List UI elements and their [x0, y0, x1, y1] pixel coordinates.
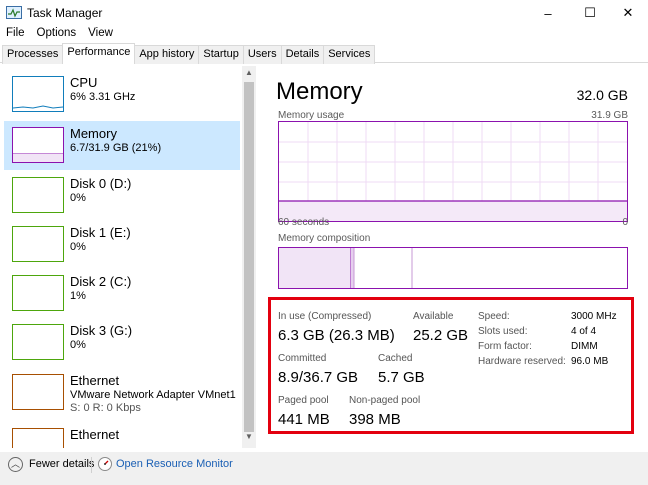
- sidebar-item-disk-0[interactable]: Disk 0 (D:) 0%: [4, 171, 240, 220]
- sidebar-item-label: Disk 1 (E:): [70, 225, 131, 240]
- memory-composition-label: Memory composition: [278, 233, 371, 244]
- sidebar-item-label: Disk 0 (D:): [70, 176, 132, 191]
- non-paged-pool-label: Non-paged pool: [349, 395, 421, 406]
- resource-monitor-icon[interactable]: [98, 457, 112, 471]
- in-use-label: In use (Compressed): [278, 311, 372, 322]
- tab-startup[interactable]: Startup: [198, 45, 244, 64]
- sidebar-item-ethernet-1[interactable]: Ethernet VMware Network Adapter VMnet1 S…: [4, 368, 240, 417]
- page-title: Memory: [276, 78, 363, 105]
- scroll-up-icon[interactable]: ▲: [242, 68, 256, 80]
- slots-used-value: 4 of 4: [571, 326, 597, 337]
- cached-value: 5.7 GB: [378, 369, 425, 386]
- sidebar-item-value: VMware Network Adapter VMnet1: [70, 389, 236, 401]
- title-bar: Task Manager – ☐ ✕: [0, 0, 648, 26]
- menu-file[interactable]: File: [0, 26, 31, 42]
- task-manager-icon: [6, 6, 22, 19]
- close-button[interactable]: ✕: [608, 0, 648, 26]
- sidebar-item-disk-1[interactable]: Disk 1 (E:) 0%: [4, 220, 240, 269]
- non-paged-pool-value: 398 MB: [349, 411, 401, 428]
- sidebar-item-disk-2[interactable]: Disk 2 (C:) 1%: [4, 269, 240, 318]
- tab-services[interactable]: Services: [323, 45, 376, 64]
- disk-thumbnail: [12, 275, 64, 311]
- tab-strip: Processes Performance App history Startu…: [2, 43, 376, 64]
- available-label: Available: [413, 311, 454, 322]
- resource-list: CPU 6% 3.31 GHz Memory 6.7/31.9 GB (21%)…: [4, 70, 240, 448]
- sidebar-item-value: 0%: [70, 192, 86, 204]
- tab-app-history[interactable]: App history: [134, 45, 200, 64]
- open-resource-monitor-link[interactable]: Open Resource Monitor: [116, 458, 233, 470]
- slots-used-label: Slots used:: [478, 326, 528, 337]
- sidebar-scrollbar[interactable]: ▲ ▼: [242, 66, 256, 448]
- hardware-reserved-value: 96.0 MB: [571, 356, 609, 367]
- sidebar-item-label: Disk 3 (G:): [70, 323, 133, 338]
- sidebar-item-value: 6.7/31.9 GB (21%): [70, 142, 162, 154]
- in-use-value: 6.3 GB (26.3 MB): [278, 327, 395, 344]
- tab-performance[interactable]: Performance: [62, 43, 136, 64]
- paged-pool-value: 441 MB: [278, 411, 330, 428]
- memory-usage-graph: [278, 121, 628, 222]
- footer-separator: [91, 457, 92, 473]
- memory-usage-label: Memory usage: [278, 110, 345, 121]
- maximize-button[interactable]: ☐: [570, 0, 610, 26]
- form-factor-value: DIMM: [571, 341, 598, 352]
- memory-usage-max: 31.9 GB: [591, 110, 628, 121]
- paged-pool-label: Paged pool: [278, 395, 329, 406]
- menu-view[interactable]: View: [82, 26, 119, 42]
- committed-label: Committed: [278, 353, 327, 364]
- form-factor-label: Form factor:: [478, 341, 532, 352]
- chevron-up-icon[interactable]: ︿: [8, 457, 23, 472]
- memory-thumbnail: [12, 127, 64, 163]
- sidebar-item-label: Ethernet: [70, 427, 120, 442]
- disk-thumbnail: [12, 324, 64, 360]
- cached-label: Cached: [378, 353, 413, 364]
- hardware-reserved-label: Hardware reserved:: [478, 356, 566, 367]
- sidebar-item-label: CPU: [70, 75, 98, 90]
- speed-value: 3000 MHz: [571, 311, 617, 322]
- sidebar-item-value: 0%: [70, 241, 86, 253]
- sidebar-item-label: Ethernet: [70, 373, 120, 388]
- sidebar-item-throughput: S: 0 R: 0 Kbps: [70, 402, 141, 414]
- menu-bar: File Options View: [0, 26, 119, 42]
- sidebar-item-value: 1%: [70, 290, 86, 302]
- sidebar-item-label: Disk 2 (C:): [70, 274, 132, 289]
- footer-bar: ︿ Fewer details Open Resource Monitor: [0, 452, 648, 485]
- speed-label: Speed:: [478, 311, 510, 322]
- tab-processes[interactable]: Processes: [2, 45, 64, 64]
- committed-value: 8.9/36.7 GB: [278, 369, 359, 386]
- fewer-details-link[interactable]: Fewer details: [29, 458, 94, 470]
- sidebar-item-disk-3[interactable]: Disk 3 (G:) 0%: [4, 318, 240, 367]
- sidebar-item-cpu[interactable]: CPU 6% 3.31 GHz: [4, 70, 240, 119]
- minimize-button[interactable]: –: [528, 0, 568, 26]
- memory-composition-bar: [278, 247, 628, 289]
- sidebar-item-value: 0%: [70, 339, 86, 351]
- available-value: 25.2 GB: [413, 327, 469, 344]
- scrollbar-thumb[interactable]: [244, 82, 254, 432]
- tab-details[interactable]: Details: [280, 45, 325, 64]
- disk-thumbnail: [12, 177, 64, 213]
- window-title: Task Manager: [27, 6, 103, 20]
- memory-total: 32.0 GB: [576, 87, 628, 103]
- menu-options[interactable]: Options: [31, 26, 83, 42]
- sidebar-item-label: Memory: [70, 126, 117, 141]
- disk-thumbnail: [12, 226, 64, 262]
- sidebar-item-memory[interactable]: Memory 6.7/31.9 GB (21%): [4, 121, 240, 170]
- cpu-thumbnail: [12, 76, 64, 112]
- tab-users[interactable]: Users: [242, 45, 282, 64]
- time-span-label: 60 seconds: [278, 217, 330, 228]
- scroll-down-icon[interactable]: ▼: [242, 432, 256, 444]
- ethernet-thumbnail: [12, 428, 64, 448]
- sidebar-item-value: 6% 3.31 GHz: [70, 91, 136, 103]
- memory-stats-highlight: In use (Compressed) 6.3 GB (26.3 MB) Ava…: [268, 297, 634, 434]
- sidebar-item-ethernet-2[interactable]: Ethernet: [4, 422, 240, 448]
- ethernet-thumbnail: [12, 374, 64, 410]
- time-zero-label: 0: [622, 217, 628, 228]
